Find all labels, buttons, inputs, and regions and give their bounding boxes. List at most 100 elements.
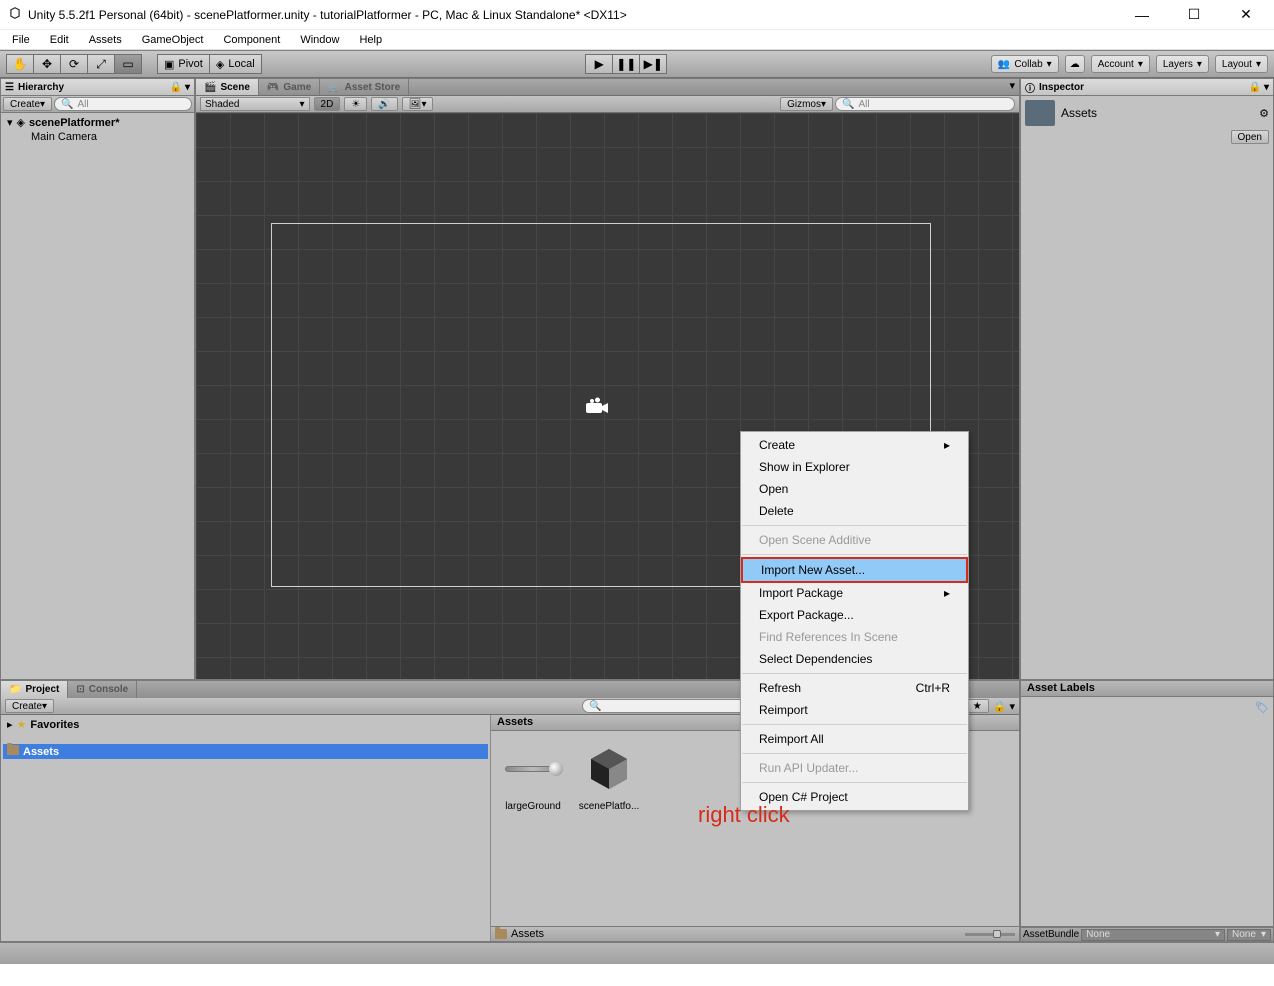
menu-component[interactable]: Component	[215, 32, 288, 48]
favorites-folder[interactable]: ▸ ★ Favorites	[3, 717, 488, 732]
asset-item-sceneplatformer[interactable]: scenePlatfo...	[577, 741, 641, 812]
ctx-import-package[interactable]: Import Package▸	[741, 582, 968, 604]
star-icon: ★	[17, 718, 27, 731]
assetbundle-variant-dropdown[interactable]: None▾	[1227, 929, 1271, 941]
tab-scene[interactable]: 🎬Scene	[196, 79, 259, 95]
tag-icon[interactable]: 🏷	[1255, 701, 1269, 714]
menu-window[interactable]: Window	[292, 32, 347, 48]
menu-gameobject[interactable]: GameObject	[134, 32, 212, 48]
lock-icon[interactable]: 🔒 ▾	[1249, 82, 1269, 93]
project-tree: ▸ ★ Favorites Assets	[1, 715, 491, 941]
asset-item-largeground[interactable]: largeGround	[501, 741, 565, 812]
lock-icon[interactable]: 🔒 ▾	[993, 700, 1015, 713]
assets-folder[interactable]: Assets	[3, 744, 488, 759]
pause-button[interactable]: ❚❚	[612, 54, 640, 74]
ctx-create[interactable]: Create▸	[741, 434, 968, 456]
scene-icon: 🎬	[204, 82, 216, 93]
step-button[interactable]: ▶❚	[639, 54, 667, 74]
hierarchy-item-camera[interactable]: Main Camera	[3, 130, 192, 144]
tab-project[interactable]: 📁Project	[1, 681, 68, 698]
hierarchy-panel: ☰ Hierarchy 🔒 ▾ Create ▾ 🔍 All ▾ ◈ scene…	[0, 78, 195, 680]
minimize-button[interactable]: —	[1122, 1, 1162, 29]
lighting-button[interactable]: ☀	[344, 97, 367, 111]
inspector-title: Assets	[1061, 106, 1097, 120]
scene-root[interactable]: ▾ ◈ scenePlatformer*	[3, 115, 192, 130]
inspector-panel: ⓘ Inspector 🔒 ▾ Assets ⚙ Open	[1020, 78, 1274, 680]
account-dropdown[interactable]: Account▾	[1091, 55, 1150, 73]
asset-labels-body: 🏷	[1020, 697, 1274, 927]
menu-file[interactable]: File	[4, 32, 38, 48]
ctx-reimport-all[interactable]: Reimport All	[741, 728, 968, 750]
play-button[interactable]: ▶	[585, 54, 613, 74]
tab-console[interactable]: ⊡Console	[68, 681, 137, 698]
assetbundle-label: AssetBundle	[1023, 929, 1079, 940]
ctx-reimport[interactable]: Reimport	[741, 699, 968, 721]
collab-dropdown[interactable]: 👥Collab▾	[991, 55, 1059, 73]
mode-2d-button[interactable]: 2D	[314, 97, 341, 111]
menu-edit[interactable]: Edit	[42, 32, 77, 48]
asset-labels-header: Asset Labels	[1020, 680, 1274, 697]
move-tool[interactable]: ✥	[33, 54, 61, 74]
thumbnail-size-slider[interactable]	[965, 933, 1015, 936]
ctx-find-references: Find References In Scene	[741, 626, 968, 648]
assetbundle-name-dropdown[interactable]: None▾	[1081, 929, 1225, 941]
inspector-icon: ⓘ	[1025, 80, 1035, 95]
assetbundle-bar: AssetBundle None▾ None▾	[1020, 927, 1274, 942]
hand-tool[interactable]: ✋	[6, 54, 34, 74]
chevron-down-icon: ▾	[1256, 59, 1261, 70]
gear-icon[interactable]: ⚙	[1259, 107, 1269, 120]
ctx-refresh[interactable]: RefreshCtrl+R	[741, 677, 968, 699]
rotate-tool[interactable]: ⟳	[60, 54, 88, 74]
rect-tool[interactable]: ▭	[114, 54, 142, 74]
close-button[interactable]: ✕	[1226, 1, 1266, 29]
ctx-export-package[interactable]: Export Package...	[741, 604, 968, 626]
gizmos-dropdown[interactable]: Gizmos ▾	[780, 97, 833, 111]
ctx-delete[interactable]: Delete	[741, 500, 968, 522]
unity-scene-thumb-icon	[581, 741, 637, 797]
title-bar: Unity 5.5.2f1 Personal (64bit) - scenePl…	[0, 0, 1274, 30]
ctx-select-dependencies[interactable]: Select Dependencies	[741, 648, 968, 670]
unity-scene-icon: ◈	[17, 116, 25, 129]
inspector-tab[interactable]: ⓘ Inspector 🔒 ▾	[1021, 79, 1273, 96]
cloud-button[interactable]: ☁	[1065, 55, 1085, 73]
pivot-icon: ▣	[164, 58, 174, 71]
ctx-open-scene-additive: Open Scene Additive	[741, 529, 968, 551]
pivot-button[interactable]: ▣Pivot	[157, 54, 210, 74]
open-button[interactable]: Open	[1231, 130, 1269, 144]
folder-icon	[7, 745, 19, 758]
scale-tool[interactable]: ⤢	[87, 54, 115, 74]
ctx-import-new-asset[interactable]: Import New Asset...	[741, 557, 968, 583]
filter-star-icon[interactable]: ★	[966, 699, 989, 713]
maximize-button[interactable]: ☐	[1174, 1, 1214, 29]
lock-icon[interactable]: 🔒 ▾	[170, 82, 190, 93]
project-create-dropdown[interactable]: Create ▾	[5, 699, 54, 713]
ctx-open[interactable]: Open	[741, 478, 968, 500]
hierarchy-icon: ☰	[5, 82, 14, 93]
tab-game[interactable]: 🎮Game	[259, 79, 320, 95]
layers-dropdown[interactable]: Layers▾	[1156, 55, 1209, 73]
ctx-show-explorer[interactable]: Show in Explorer	[741, 456, 968, 478]
store-icon: 🛒	[328, 82, 340, 93]
status-bar	[0, 942, 1274, 964]
folder-icon	[495, 929, 507, 939]
local-button[interactable]: ◈Local	[209, 54, 262, 74]
panel-menu-icon[interactable]: ▾	[1005, 79, 1019, 95]
menu-assets[interactable]: Assets	[81, 32, 130, 48]
annotation-text: right click	[698, 802, 790, 828]
shaded-dropdown[interactable]: Shaded ▾	[200, 97, 310, 111]
project-icon: 📁	[9, 684, 21, 695]
fx-button[interactable]: 🖼 ▾	[402, 97, 434, 111]
expand-arrow-icon[interactable]: ▾	[7, 116, 13, 129]
tab-asset-store[interactable]: 🛒Asset Store	[320, 79, 409, 95]
layout-dropdown[interactable]: Layout▾	[1215, 55, 1268, 73]
game-icon: 🎮	[267, 82, 279, 93]
audio-button[interactable]: 🔊	[371, 97, 397, 111]
camera-gizmo-icon[interactable]	[584, 396, 610, 424]
hierarchy-tab[interactable]: ☰ Hierarchy 🔒 ▾	[1, 79, 194, 96]
hierarchy-create-dropdown[interactable]: Create ▾	[3, 97, 52, 111]
hierarchy-search[interactable]: 🔍 All	[54, 97, 192, 111]
menu-help[interactable]: Help	[351, 32, 390, 48]
scene-search[interactable]: 🔍All	[835, 97, 1015, 111]
expand-arrow-icon[interactable]: ▸	[7, 718, 13, 731]
search-icon: 🔍	[589, 701, 601, 712]
